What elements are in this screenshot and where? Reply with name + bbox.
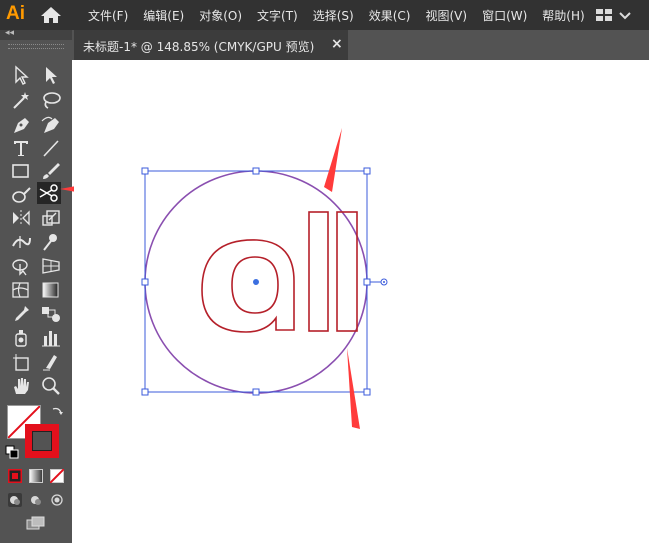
letter-a-outline[interactable] <box>201 239 295 333</box>
menu-edit[interactable]: 编辑(E) <box>143 7 184 24</box>
line-segment-tool-icon[interactable] <box>40 138 62 158</box>
toolbar-grip[interactable] <box>8 44 64 49</box>
pen-tool-icon[interactable] <box>10 115 32 135</box>
menu-file[interactable]: 文件(F) <box>88 7 128 24</box>
default-fill-stroke-icon[interactable] <box>5 444 19 459</box>
perspective-grid-tool-icon[interactable] <box>40 256 62 276</box>
magic-wand-tool-icon[interactable] <box>10 90 32 110</box>
type-tool-icon[interactable] <box>10 138 32 158</box>
screen-mode-icon[interactable] <box>25 514 47 534</box>
rectangle-tool-icon[interactable] <box>10 161 32 181</box>
menu-type[interactable]: 文字(T) <box>257 7 298 24</box>
tools-panel: ◂◂ <box>0 28 72 543</box>
curvature-tool-icon[interactable] <box>40 115 62 135</box>
blend-tool-icon[interactable] <box>40 304 62 324</box>
hand-tool-icon[interactable] <box>10 376 32 396</box>
selection-tool-icon[interactable] <box>10 65 32 85</box>
width-tool-icon[interactable] <box>10 232 32 252</box>
letter-l1-outline[interactable] <box>308 211 329 332</box>
puppet-warp-tool-icon[interactable] <box>40 232 62 252</box>
draw-behind-icon[interactable] <box>29 492 43 506</box>
shape-builder-tool-icon[interactable] <box>10 256 32 276</box>
mesh-tool-icon[interactable] <box>10 280 32 300</box>
document-tab[interactable]: 未标题-1* @ 148.85% (CMYK/GPU 预览) × <box>74 30 348 60</box>
close-tab-icon[interactable]: × <box>331 36 343 52</box>
symbol-sprayer-tool-icon[interactable] <box>10 328 32 348</box>
eyedropper-tool-icon[interactable] <box>10 304 32 324</box>
toolbar-header: ◂◂ <box>0 28 72 40</box>
draw-normal-icon[interactable] <box>8 492 22 507</box>
menu-object[interactable]: 对象(O) <box>199 7 242 24</box>
menu-view[interactable]: 视图(V) <box>425 7 467 24</box>
annotation-arrow-bottom <box>347 348 360 429</box>
gradient-tool-icon[interactable] <box>40 280 62 300</box>
annotation-arrow-top <box>324 128 342 192</box>
stroke-swatch-inner <box>32 431 52 451</box>
gradient-mode-icon[interactable] <box>29 468 43 483</box>
shaper-tool-icon[interactable] <box>10 185 32 205</box>
collapse-toolbar-icon[interactable]: ◂◂ <box>5 28 14 38</box>
menu-effect[interactable]: 效果(C) <box>369 7 411 24</box>
slice-tool-icon[interactable] <box>40 352 62 372</box>
menu-bar: Ai 文件(F) 编辑(E) 对象(O) 文字(T) 选择(S) 效果(C) 视… <box>0 0 649 30</box>
app-logo: Ai <box>6 3 25 24</box>
scale-tool-icon[interactable] <box>40 208 62 228</box>
swap-fill-stroke-icon[interactable] <box>50 404 64 418</box>
stroke-swatch[interactable] <box>25 424 59 458</box>
home-icon[interactable] <box>40 6 62 24</box>
artboard-tool-icon[interactable] <box>10 352 32 372</box>
lasso-tool-icon[interactable] <box>40 90 62 110</box>
menu-window[interactable]: 窗口(W) <box>482 7 527 24</box>
column-graph-tool-icon[interactable] <box>40 328 62 348</box>
rotate-tool-icon[interactable] <box>10 208 32 228</box>
main-menu: 文件(F) 编辑(E) 对象(O) 文字(T) 选择(S) 效果(C) 视图(V… <box>88 0 600 30</box>
direct-selection-tool-icon[interactable] <box>40 65 62 85</box>
draw-inside-icon[interactable] <box>50 492 64 506</box>
menu-select[interactable]: 选择(S) <box>313 7 354 24</box>
none-mode-icon[interactable] <box>49 468 65 484</box>
color-mode-icon[interactable] <box>7 468 23 484</box>
artwork-svg <box>141 128 388 429</box>
zoom-tool-icon[interactable] <box>40 376 62 396</box>
document-tab-title: 未标题-1* @ 148.85% (CMYK/GPU 预览) <box>83 40 315 54</box>
artboard-canvas[interactable] <box>74 60 649 543</box>
center-point <box>253 279 259 285</box>
workspace-switcher-icon[interactable] <box>594 7 644 23</box>
menu-help[interactable]: 帮助(H) <box>542 7 584 24</box>
